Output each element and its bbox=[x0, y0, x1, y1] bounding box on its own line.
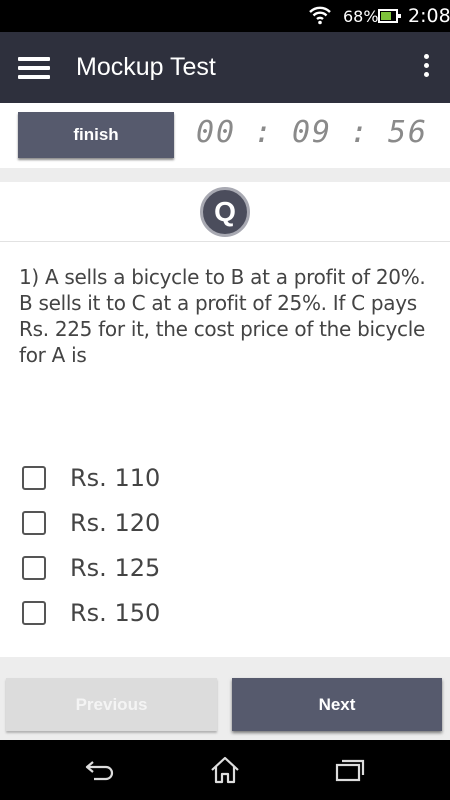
system-nav-bar bbox=[0, 740, 450, 800]
question-badge: Q bbox=[200, 187, 250, 237]
battery-percent: 68% bbox=[343, 7, 379, 26]
previous-button[interactable]: Previous bbox=[6, 678, 217, 731]
question-text: 1) A sells a bicycle to B at a profit of… bbox=[19, 265, 426, 367]
option-label: Rs. 110 bbox=[70, 464, 161, 492]
app-title: Mockup Test bbox=[76, 53, 216, 81]
battery-icon bbox=[378, 9, 401, 23]
option-4[interactable]: Rs. 150 bbox=[22, 599, 322, 629]
overflow-menu-icon[interactable] bbox=[418, 54, 434, 80]
question-navigation: Previous Next bbox=[0, 670, 450, 740]
app-bar: Mockup Test bbox=[0, 32, 450, 103]
timer-minutes: 09 bbox=[292, 115, 333, 150]
status-bar: 68% 2:08 bbox=[0, 0, 450, 32]
question-header: Q bbox=[0, 182, 450, 242]
hamburger-menu-icon[interactable] bbox=[18, 57, 50, 79]
option-label: Rs. 150 bbox=[70, 599, 161, 627]
checkbox[interactable] bbox=[22, 601, 46, 625]
option-3[interactable]: Rs. 125 bbox=[22, 554, 322, 584]
checkbox[interactable] bbox=[22, 556, 46, 580]
wifi-icon bbox=[309, 6, 331, 25]
finish-button[interactable]: finish bbox=[18, 112, 174, 158]
option-1[interactable]: Rs. 110 bbox=[22, 464, 322, 494]
next-button[interactable]: Next bbox=[232, 678, 442, 731]
back-icon[interactable] bbox=[84, 756, 116, 784]
timer-bar: finish 00 : 09 : 56 bbox=[0, 103, 450, 168]
checkbox[interactable] bbox=[22, 466, 46, 490]
battery-fill bbox=[381, 12, 391, 20]
checkbox[interactable] bbox=[22, 511, 46, 535]
home-icon[interactable] bbox=[209, 756, 241, 784]
option-label: Rs. 125 bbox=[70, 554, 161, 582]
timer-hours: 00 bbox=[196, 115, 237, 150]
status-clock: 2:08 bbox=[408, 5, 450, 27]
recents-icon[interactable] bbox=[334, 756, 366, 784]
question-card: 1) A sells a bicycle to B at a profit of… bbox=[0, 242, 450, 657]
option-label: Rs. 120 bbox=[70, 509, 161, 537]
timer-separator: : bbox=[350, 115, 371, 150]
timer-separator: : bbox=[254, 115, 275, 150]
option-2[interactable]: Rs. 120 bbox=[22, 509, 322, 539]
timer-seconds: 56 bbox=[388, 115, 429, 150]
